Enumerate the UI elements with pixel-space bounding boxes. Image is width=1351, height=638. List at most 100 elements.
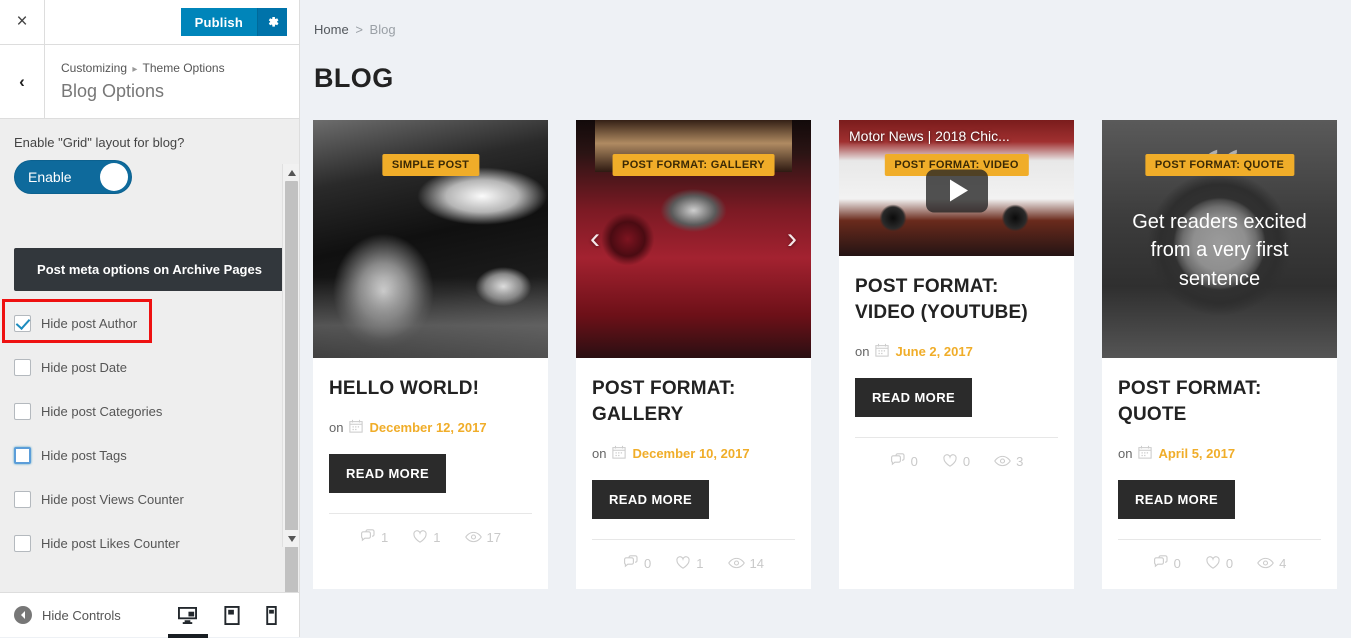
post-card-hello-world[interactable]: SIMPLE POST HELLO WORLD! on December 12,… bbox=[313, 120, 548, 590]
breadcrumb-root[interactable]: Customizing bbox=[61, 61, 127, 75]
panel-header: ‹ Customizing ▸ Theme Options Blog Optio… bbox=[0, 45, 299, 119]
youtube-video-title[interactable]: Motor News | 2018 Chic... bbox=[849, 128, 1064, 144]
checkbox-label: Hide post Likes Counter bbox=[41, 535, 180, 551]
blog-post-grid: SIMPLE POST HELLO WORLD! on December 12,… bbox=[300, 94, 1351, 590]
views-stat: 14 bbox=[727, 555, 764, 571]
views-count: 3 bbox=[1016, 453, 1024, 469]
post-card-quote[interactable]: “ POST FORMAT: QUOTE Get readers excited… bbox=[1102, 120, 1337, 590]
checkbox-row-hide-post-date[interactable]: Hide post Date bbox=[14, 345, 285, 389]
post-stats: 0 0 3 bbox=[855, 437, 1058, 487]
read-more-button[interactable]: READ MORE bbox=[592, 480, 710, 520]
post-title[interactable]: POST FORMAT: QUOTE bbox=[1118, 376, 1321, 428]
post-format-badge: POST FORMAT: GALLERY bbox=[612, 154, 775, 176]
scroll-down-arrow-icon[interactable] bbox=[283, 530, 299, 547]
comments-count: 0 bbox=[1173, 555, 1181, 571]
checkbox-row-hide-post-likes-counter[interactable]: Hide post Likes Counter bbox=[14, 521, 285, 565]
comments-stat[interactable]: 0 bbox=[890, 453, 918, 469]
post-date[interactable]: April 5, 2017 bbox=[1158, 446, 1235, 461]
device-preview-switcher bbox=[177, 593, 277, 638]
views-stat: 3 bbox=[994, 453, 1023, 469]
breadcrumb-home-link[interactable]: Home bbox=[314, 22, 349, 37]
gallery-prev-arrow-icon[interactable]: ‹ bbox=[590, 222, 600, 256]
post-card-body: POST FORMAT: GALLERY on December 10, 201… bbox=[576, 358, 811, 589]
read-more-button[interactable]: READ MORE bbox=[329, 454, 447, 494]
post-title[interactable]: POST FORMAT: VIDEO (YOUTUBE) bbox=[855, 274, 1058, 326]
sidebar-scrollbar[interactable] bbox=[282, 164, 299, 592]
checkbox-hide-post-author[interactable] bbox=[14, 314, 31, 332]
post-date[interactable]: December 10, 2017 bbox=[632, 446, 749, 461]
panel-titles: Customizing ▸ Theme Options Blog Options bbox=[45, 45, 225, 118]
checkbox-hide-post-categories[interactable] bbox=[14, 402, 31, 420]
gallery-next-arrow-icon[interactable]: › bbox=[787, 222, 797, 256]
checkbox-label: Hide post Categories bbox=[41, 403, 163, 419]
hide-controls-button[interactable]: Hide Controls bbox=[0, 606, 121, 624]
post-format-badge: SIMPLE POST bbox=[381, 154, 480, 176]
post-meta: on December 12, 2017 bbox=[329, 419, 532, 436]
views-count: 4 bbox=[1279, 555, 1287, 571]
customizer-header: × Publish bbox=[0, 0, 299, 45]
play-button-icon[interactable] bbox=[925, 169, 988, 213]
mobile-icon[interactable] bbox=[266, 593, 277, 638]
likes-stat[interactable]: 1 bbox=[675, 555, 704, 571]
meta-prefix: on bbox=[592, 446, 607, 462]
hide-controls-label: Hide Controls bbox=[42, 607, 121, 623]
checkbox-hide-post-likes-counter[interactable] bbox=[14, 534, 31, 552]
checkbox-label: Hide post Views Counter bbox=[41, 491, 184, 507]
comments-stat[interactable]: 0 bbox=[623, 555, 651, 571]
post-card-body: HELLO WORLD! on December 12, 2017 READ M… bbox=[313, 358, 548, 563]
post-title[interactable]: POST FORMAT: GALLERY bbox=[592, 376, 795, 428]
quote-text: Get readers excited from a very first se… bbox=[1132, 211, 1307, 290]
post-thumbnail-quote[interactable]: “ POST FORMAT: QUOTE Get readers excited… bbox=[1102, 120, 1337, 358]
post-card-gallery[interactable]: POST FORMAT: GALLERY ‹ › POST FORMAT: GA… bbox=[576, 120, 811, 590]
post-stats: 1 1 17 bbox=[329, 513, 532, 563]
likes-stat[interactable]: 1 bbox=[412, 529, 441, 545]
post-title[interactable]: HELLO WORLD! bbox=[329, 376, 532, 402]
blog-page-title: BLOG bbox=[314, 63, 394, 93]
grid-layout-toggle-label: Enable bbox=[28, 169, 72, 185]
post-thumbnail-video[interactable]: Motor News | 2018 Chic... POST FORMAT: V… bbox=[839, 120, 1074, 256]
checkbox-hide-post-tags[interactable] bbox=[14, 446, 31, 464]
post-card-video[interactable]: Motor News | 2018 Chic... POST FORMAT: V… bbox=[839, 120, 1074, 590]
breadcrumb-current: Blog bbox=[369, 22, 396, 37]
post-thumbnail[interactable]: SIMPLE POST bbox=[313, 120, 548, 358]
back-button[interactable]: ‹ bbox=[0, 45, 45, 118]
calendar-icon bbox=[1138, 445, 1153, 462]
checkbox-row-hide-post-views-counter[interactable]: Hide post Views Counter bbox=[14, 477, 285, 521]
calendar-icon bbox=[612, 445, 627, 462]
read-more-button[interactable]: READ MORE bbox=[855, 378, 973, 418]
desktop-icon[interactable] bbox=[177, 593, 198, 638]
comments-stat[interactable]: 0 bbox=[1153, 555, 1181, 571]
views-count: 14 bbox=[749, 555, 764, 571]
meta-prefix: on bbox=[855, 344, 870, 360]
likes-count: 0 bbox=[962, 453, 971, 469]
post-date[interactable]: June 2, 2017 bbox=[895, 344, 972, 359]
gear-icon[interactable] bbox=[257, 8, 287, 36]
checkbox-row-hide-post-categories[interactable]: Hide post Categories bbox=[14, 389, 285, 433]
likes-count: 1 bbox=[696, 555, 704, 571]
publish-button[interactable]: Publish bbox=[180, 8, 257, 36]
post-meta: on April 5, 2017 bbox=[1118, 445, 1321, 462]
breadcrumb: Customizing ▸ Theme Options bbox=[61, 59, 225, 77]
checkbox-hide-post-date[interactable] bbox=[14, 358, 31, 376]
checkbox-row-hide-post-tags[interactable]: Hide post Tags bbox=[14, 433, 285, 477]
customizer-footer: Hide Controls bbox=[0, 592, 299, 637]
comments-count: 0 bbox=[910, 453, 918, 469]
scroll-up-arrow-icon[interactable] bbox=[283, 164, 299, 181]
read-more-button[interactable]: READ MORE bbox=[1118, 480, 1236, 520]
likes-stat[interactable]: 0 bbox=[942, 453, 970, 469]
post-meta-section-header: Post meta options on Archive Pages bbox=[14, 248, 285, 291]
post-thumbnail-gallery[interactable]: POST FORMAT: GALLERY ‹ › bbox=[576, 120, 811, 358]
post-date[interactable]: December 12, 2017 bbox=[369, 420, 486, 435]
close-icon[interactable]: × bbox=[0, 0, 45, 45]
comments-stat[interactable]: 1 bbox=[360, 529, 388, 545]
breadcrumb-section[interactable]: Theme Options bbox=[143, 61, 225, 75]
views-stat: 17 bbox=[464, 529, 501, 545]
calendar-icon bbox=[875, 343, 890, 360]
grid-layout-label: Enable "Grid" layout for blog? bbox=[14, 135, 185, 150]
grid-layout-toggle[interactable]: Enable bbox=[14, 160, 132, 194]
checkbox-row-hide-post-author[interactable]: Hide post Author bbox=[2, 299, 285, 345]
tablet-icon[interactable] bbox=[224, 593, 240, 638]
likes-stat[interactable]: 0 bbox=[1205, 555, 1233, 571]
post-meta: on June 2, 2017 bbox=[855, 343, 1058, 360]
checkbox-hide-post-views-counter[interactable] bbox=[14, 490, 31, 508]
